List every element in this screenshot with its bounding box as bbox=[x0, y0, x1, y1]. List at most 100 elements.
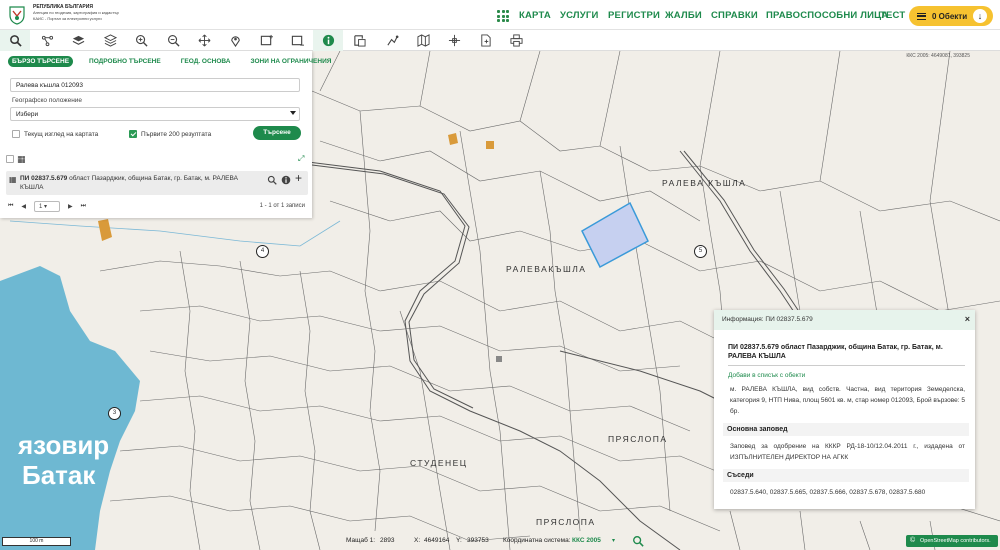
parcel-info-popup: Информация: ПИ 02837.5.679 × ПИ 02837.5.… bbox=[714, 310, 975, 509]
search-icon bbox=[9, 35, 22, 47]
section-main-order: Основна заповед bbox=[723, 423, 969, 436]
popup-title: ПИ 02837.5.679 област Пазарджик, община … bbox=[728, 343, 965, 366]
zoom-out-button[interactable] bbox=[158, 30, 188, 51]
export-icon bbox=[353, 35, 366, 47]
result-text[interactable]: ПИ 02837.5.679 област Пазарджик, община … bbox=[20, 174, 250, 192]
scale-label: Мащаб 1: bbox=[346, 537, 376, 544]
scale-value[interactable]: 2893 bbox=[380, 537, 394, 544]
parcel-description: м. РАЛЕВА КЪШЛА, вид собств. Частна, вид… bbox=[730, 386, 965, 415]
zone-number-badge: 4 bbox=[256, 245, 269, 258]
select-rectangle-button[interactable] bbox=[251, 30, 281, 51]
neighbours-list: 02837.5.640, 02837.5.665, 02837.5.666, 0… bbox=[730, 489, 926, 496]
zone-number-badge: 3 bbox=[108, 407, 121, 420]
draw-icon bbox=[386, 35, 398, 46]
nav-complaints[interactable]: ЖАЛБИ bbox=[665, 10, 702, 21]
tab-restriction-zones[interactable]: ЗОНИ НА ОГРАНИЧЕНИЯ bbox=[247, 56, 336, 67]
result-row[interactable]: ▦ ПИ 02837.5.679 област Пазарджик, общин… bbox=[6, 171, 308, 195]
records-count: 1 - 1 от 1 записи bbox=[259, 203, 305, 209]
y-label: Y: bbox=[456, 537, 462, 544]
result-info-icon[interactable] bbox=[281, 175, 291, 185]
locality-label: ПРЯСЛОПА bbox=[608, 434, 668, 444]
nav-registers[interactable]: РЕГИСТРИ bbox=[608, 10, 660, 21]
page-select[interactable]: 1 ▾ bbox=[34, 201, 61, 212]
select-all-checkbox[interactable] bbox=[6, 155, 14, 163]
tab-geodetic-base[interactable]: ГЕОД. ОСНОВА bbox=[177, 56, 235, 67]
zoom-to-result-icon[interactable] bbox=[267, 175, 277, 185]
search-button[interactable]: Търсене bbox=[253, 126, 301, 140]
select-rectangle-icon bbox=[260, 34, 273, 46]
tab-quick-search[interactable]: БЪРЗО ТЪРСЕНЕ bbox=[8, 56, 74, 67]
export-button[interactable] bbox=[344, 30, 374, 51]
chevron-down-icon bbox=[290, 111, 296, 115]
x-label: X: bbox=[414, 537, 421, 544]
add-to-objects-link[interactable]: Добави в списък с обекти bbox=[728, 372, 975, 379]
current-view-checkbox[interactable]: Текущ изглед на картата bbox=[12, 130, 98, 138]
location-button[interactable] bbox=[220, 30, 250, 51]
tab-detailed-search[interactable]: ПОДРОБНО ТЪРСЕНЕ bbox=[85, 56, 165, 67]
layers-icon bbox=[72, 35, 84, 45]
crosshair-button[interactable] bbox=[439, 30, 469, 51]
crosshair-icon bbox=[448, 34, 460, 47]
document-button[interactable] bbox=[470, 30, 500, 51]
geo-position-select[interactable]: Избери bbox=[10, 107, 300, 121]
locality-label: РАЛЕВА КЪШЛА bbox=[662, 178, 747, 188]
popup-header-text: Информация: ПИ 02837.5.679 bbox=[722, 316, 813, 323]
pagination: ⏮ ◀ 1 ▾ ▶ ⏭ bbox=[8, 201, 86, 212]
info-button[interactable] bbox=[313, 30, 343, 51]
nav-licensed-persons[interactable]: ПРАВОСПОСОБНИ ЛИЦА bbox=[766, 10, 888, 21]
zoom-in-icon bbox=[135, 35, 148, 47]
osm-attribution[interactable]: OpenStreetMap contributors. bbox=[906, 535, 998, 547]
logo[interactable]: РЕПУБЛИКА БЪЛГАРИЯ Агенция по геодезия, … bbox=[6, 4, 119, 26]
zoom-in-button[interactable] bbox=[126, 30, 156, 51]
locality-label: СТУДЕНЕЦ bbox=[410, 458, 468, 468]
download-icon: ↓ bbox=[973, 9, 987, 23]
first-page-icon[interactable]: ⏮ bbox=[8, 203, 13, 210]
add-to-list-icon[interactable]: + bbox=[295, 171, 302, 185]
search-tool-button[interactable] bbox=[0, 30, 30, 51]
checkbox-box[interactable] bbox=[12, 130, 20, 138]
popup-header: Информация: ПИ 02837.5.679 × bbox=[714, 310, 975, 330]
layers-stack-tool-button[interactable] bbox=[95, 30, 125, 51]
pan-button[interactable] bbox=[189, 30, 219, 51]
map-toolbar bbox=[0, 30, 1000, 51]
nav-map[interactable]: КАРТА bbox=[519, 10, 551, 21]
select-area-button[interactable] bbox=[282, 30, 312, 51]
geo-position-selected: Избери bbox=[16, 111, 39, 118]
measure-tool-button[interactable] bbox=[32, 30, 62, 51]
draw-button[interactable] bbox=[377, 30, 407, 51]
zoom-out-icon bbox=[167, 35, 180, 47]
top-bar: РЕПУБЛИКА БЪЛГАРИЯ Агенция по геодезия, … bbox=[0, 0, 1000, 30]
info-icon bbox=[322, 34, 334, 47]
coordinate-search-icon[interactable] bbox=[632, 535, 644, 547]
layers-tool-button[interactable] bbox=[63, 30, 93, 51]
first-200-label: Първите 200 резултата bbox=[141, 130, 212, 138]
building bbox=[496, 356, 502, 362]
nav-services[interactable]: УСЛУГИ bbox=[560, 10, 599, 21]
result-id: ПИ 02837.5.679 bbox=[20, 175, 68, 182]
prev-page-icon[interactable]: ◀ bbox=[21, 203, 26, 210]
last-page-icon[interactable]: ⏭ bbox=[81, 203, 86, 210]
next-page-icon[interactable]: ▶ bbox=[68, 203, 73, 210]
objects-button[interactable]: 0 Обекти ↓ bbox=[909, 6, 993, 26]
crs-select[interactable]: ККС 2005 bbox=[572, 537, 601, 544]
first-200-checkbox[interactable]: Първите 200 резултата bbox=[129, 130, 211, 138]
locality-label: ПРЯСЛОПА bbox=[536, 517, 596, 527]
nav-test[interactable]: ТЕСТ bbox=[880, 10, 905, 21]
x-coordinate: 4649164 bbox=[424, 537, 450, 544]
print-button[interactable] bbox=[501, 30, 531, 51]
map-button[interactable] bbox=[408, 30, 438, 51]
apps-grid-icon[interactable] bbox=[497, 10, 509, 22]
nav-reports[interactable]: СПРАВКИ bbox=[711, 10, 758, 21]
map-icon bbox=[416, 34, 430, 47]
crs-dropdown-icon[interactable]: ▾ bbox=[612, 537, 615, 544]
map-coordinate-readout: ККС 2005: 4649081, 393825 bbox=[906, 53, 970, 59]
scale-bar: 100 m bbox=[2, 537, 71, 546]
search-input[interactable]: Ралева къшла 012093 bbox=[10, 78, 300, 92]
geo-position-label: Географско положение bbox=[12, 97, 83, 104]
expand-icon[interactable]: ⤢ bbox=[298, 154, 304, 164]
table-grid-icon[interactable]: ▦ bbox=[17, 154, 26, 165]
search-panel: БЪРЗО ТЪРСЕНЕ ПОДРОБНО ТЪРСЕНЕ ГЕОД. ОСН… bbox=[0, 51, 331, 218]
checkbox-box-checked[interactable] bbox=[129, 130, 137, 138]
close-icon[interactable]: × bbox=[965, 314, 970, 324]
location-pin-icon bbox=[230, 36, 240, 47]
